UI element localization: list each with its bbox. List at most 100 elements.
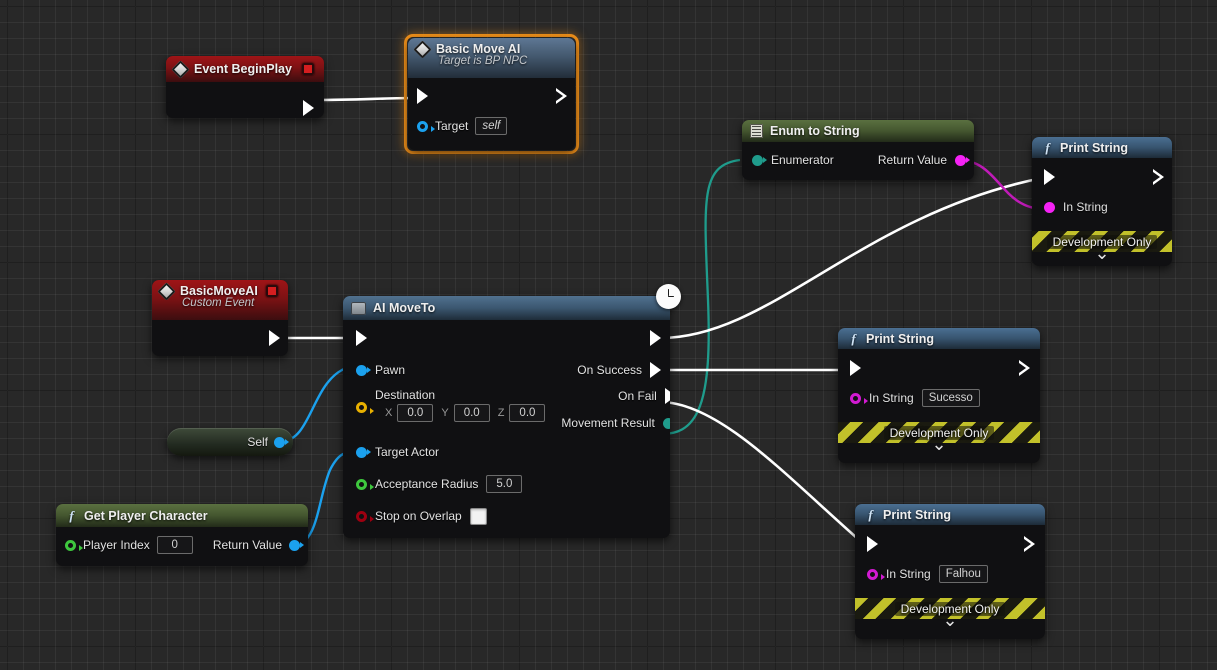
destination-x-field[interactable]: 0.0 <box>397 404 434 422</box>
node-get-player-character[interactable]: f Get Player Character Player Index 0 Re… <box>56 504 308 566</box>
pin-label-enumerator: Enumerator <box>771 153 834 167</box>
pin-row-exec-out <box>166 98 324 118</box>
pin-label-in-string: In String <box>886 567 931 581</box>
node-ai-move-to[interactable]: AI MoveTo Pawn On Success Destination X … <box>343 296 670 538</box>
destination-vector-pin[interactable] <box>356 402 374 414</box>
development-only-label: Development Only <box>894 601 1006 616</box>
acceptance-radius-float-pin[interactable] <box>356 478 374 490</box>
development-only-banner: Development Only <box>838 422 1040 443</box>
event-diamond-icon <box>413 39 432 59</box>
node-header: Event BeginPlay <box>166 56 324 82</box>
row-spacer <box>343 348 670 358</box>
pin-label-movement-result: Movement Result <box>561 416 655 430</box>
in-string-field[interactable]: Sucesso <box>921 389 980 407</box>
exec-out-pin[interactable] <box>269 330 280 346</box>
pin-row-exec <box>343 328 670 348</box>
in-string-pin[interactable] <box>850 392 868 404</box>
target-actor-object-pin[interactable] <box>356 446 371 458</box>
node-title: BasicMoveAI <box>180 284 258 298</box>
exec-in-pin[interactable] <box>417 88 428 104</box>
node-enum-to-string[interactable]: Enum to String Enumerator Return Value <box>742 120 974 180</box>
red-square-icon[interactable] <box>302 63 314 75</box>
node-title: Basic Move AI <box>436 42 521 56</box>
node-event-begin-play[interactable]: Event BeginPlay <box>166 56 324 118</box>
acceptance-radius-field[interactable]: 5.0 <box>486 475 523 493</box>
destination-z-field[interactable]: 0.0 <box>509 404 546 422</box>
on-fail-exec-pin[interactable] <box>664 388 670 404</box>
blueprint-graph-canvas[interactable]: Event BeginPlay Basic Move AI Target is … <box>0 0 1217 670</box>
pin-label-pawn: Pawn <box>375 363 406 377</box>
pin-row-self: Self <box>167 428 293 456</box>
pin-row-target: Target self <box>408 116 575 136</box>
in-string-field[interactable]: Falhou <box>938 565 988 583</box>
return-value-object-pin[interactable] <box>289 539 304 551</box>
pin-row-target-actor: Target Actor <box>343 442 670 462</box>
pin-row-in-string: In String <box>1032 197 1172 217</box>
in-string-pin[interactable] <box>1044 201 1055 213</box>
movement-result-enum-pin[interactable] <box>662 417 670 429</box>
pin-label-stop-on-overlap: Stop on Overlap <box>375 509 462 523</box>
node-subtitle: Target is BP NPC <box>438 55 528 67</box>
node-print-string-success[interactable]: f Print String In String Sucesso Develop… <box>838 328 1040 463</box>
exec-in-pin[interactable] <box>850 360 861 376</box>
node-title: AI MoveTo <box>373 301 436 315</box>
function-f-icon: f <box>1045 139 1050 155</box>
self-object-pin[interactable] <box>274 436 289 448</box>
player-index-pin[interactable] <box>65 539 83 551</box>
pin-row-in-string: In String Sucesso <box>838 388 1040 408</box>
node-print-string-result[interactable]: f Print String In String Development Onl… <box>1032 137 1172 266</box>
node-basic-move-ai[interactable]: Basic Move AI Target is BP NPC Target se… <box>408 38 575 150</box>
exec-out-pin[interactable] <box>303 100 314 116</box>
row-spacer <box>408 106 575 116</box>
exec-in-pin[interactable] <box>1044 169 1055 185</box>
function-f-icon: f <box>868 506 873 522</box>
pin-label-target-actor: Target Actor <box>375 445 440 459</box>
pin-row-exec <box>408 86 575 106</box>
stop-on-overlap-bool-pin[interactable] <box>356 510 374 522</box>
pin-label-return-value: Return Value <box>877 153 947 167</box>
pin-label-in-string: In String <box>869 391 914 405</box>
stop-on-overlap-checkbox[interactable] <box>469 507 487 525</box>
exec-out-pin[interactable] <box>650 330 661 346</box>
exec-out-pin[interactable] <box>1024 536 1035 552</box>
exec-out-pin[interactable] <box>1153 169 1164 185</box>
node-self[interactable]: Self <box>167 428 293 456</box>
pin-row-exec <box>1032 167 1172 187</box>
target-value-field[interactable]: self <box>475 117 508 135</box>
node-print-string-fail[interactable]: f Print String In String Falhou Developm… <box>855 504 1045 639</box>
development-only-label: Development Only <box>883 425 995 440</box>
development-only-label: Development Only <box>1046 234 1158 249</box>
pin-label-return-value: Return Value <box>212 538 282 552</box>
in-string-pin[interactable] <box>867 568 885 580</box>
development-only-banner: Development Only <box>855 598 1045 619</box>
pin-label-self: Self <box>247 435 268 449</box>
pin-row-acceptance-radius: Acceptance Radius 5.0 <box>343 474 670 494</box>
development-only-banner: Development Only <box>1032 231 1172 252</box>
function-f-icon: f <box>69 507 74 523</box>
pin-row-in-string: In String Falhou <box>855 564 1045 584</box>
exec-out-pin[interactable] <box>1019 360 1030 376</box>
pin-row-player-index: Player Index 0 Return Value <box>56 535 308 555</box>
node-header: f Print String <box>1032 137 1172 158</box>
return-value-string-pin[interactable] <box>955 154 970 166</box>
pin-row-enumerator: Enumerator Return Value <box>742 150 974 170</box>
destination-y-field[interactable]: 0.0 <box>453 404 490 422</box>
node-title: Print String <box>866 331 935 346</box>
on-success-exec-pin[interactable] <box>650 362 661 378</box>
node-header: f Print String <box>838 328 1040 349</box>
exec-out-pin[interactable] <box>556 88 567 104</box>
pin-row-pawn: Pawn On Success <box>343 360 670 380</box>
pawn-object-pin[interactable] <box>356 364 371 376</box>
enumerator-enum-pin[interactable] <box>752 154 767 166</box>
exec-in-pin[interactable] <box>867 536 878 552</box>
exec-in-pin[interactable] <box>356 330 367 346</box>
red-square-icon[interactable] <box>266 285 278 297</box>
pin-row-exec <box>855 534 1045 554</box>
pin-label-player-index: Player Index <box>83 538 150 552</box>
target-object-pin[interactable] <box>417 120 435 132</box>
pin-row-destination: Destination X 0.0 Y 0.0 Z 0.0 On Fail Mo… <box>343 388 670 430</box>
axis-label-y: Y <box>441 407 449 419</box>
row-spacer <box>855 554 1045 564</box>
node-custom-event-basic-move-ai[interactable]: BasicMoveAI Custom Event <box>152 280 288 356</box>
player-index-field[interactable]: 0 <box>156 536 193 554</box>
